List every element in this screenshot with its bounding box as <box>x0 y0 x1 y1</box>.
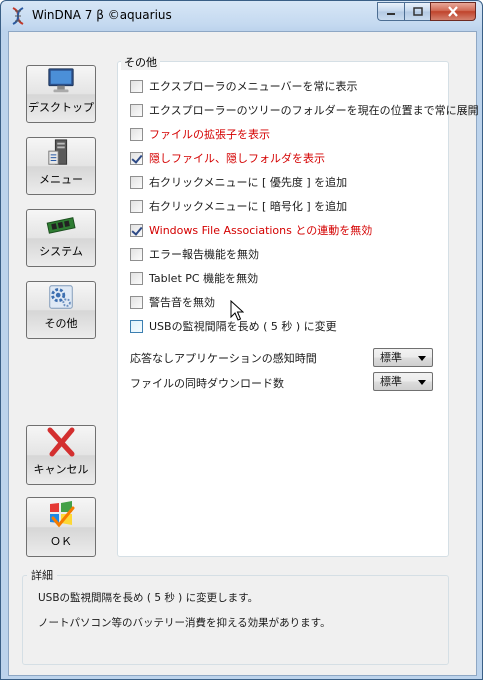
option-label: エクスプローラーのツリーのフォルダーを現在の位置まで常に展開 <box>149 104 479 117</box>
option-explorer-tree-expand[interactable]: エクスプローラーのツリーのフォルダーを現在の位置まで常に展開 <box>130 102 479 118</box>
nav-menu-label: メニュー <box>39 173 83 186</box>
option-label: 右クリックメニューに [ 暗号化 ] を追加 <box>149 200 348 213</box>
menu-tower-icon <box>48 139 68 165</box>
option-label: 警告音を無効 <box>149 296 215 309</box>
nav-menu-button[interactable]: メニュー <box>26 137 96 195</box>
window-title: WinDNA 7 β ©aquarius <box>32 8 172 22</box>
windows-check-icon <box>50 501 75 528</box>
app-window: WinDNA 7 β ©aquarius デスクトップ メニュー システム その… <box>0 0 483 680</box>
hung-app-timeout-label: 応答なしアプリケーションの感知時間 <box>130 352 317 365</box>
option-error-report[interactable]: エラー報告機能を無効 <box>130 246 259 262</box>
red-x-icon <box>47 427 75 457</box>
option-context-encrypt[interactable]: 右クリックメニューに [ 暗号化 ] を追加 <box>130 198 347 214</box>
option-label: Windows File Associations との連動を無効 <box>149 224 373 237</box>
option-show-hidden[interactable]: 隠しファイル、隠しフォルダを表示 <box>130 150 325 166</box>
checkbox[interactable] <box>130 103 143 117</box>
checkbox[interactable] <box>130 151 143 165</box>
checkbox[interactable] <box>130 175 143 189</box>
minimize-icon <box>387 12 395 15</box>
dna-helix-icon <box>12 7 24 25</box>
nav-other-label: その他 <box>44 317 78 330</box>
nav-system-label: システム <box>39 245 83 258</box>
chevron-down-icon <box>418 356 426 361</box>
option-file-associations[interactable]: Windows File Associations との連動を無効 <box>130 222 372 238</box>
title-bar[interactable]: WinDNA 7 β ©aquarius <box>1 1 482 31</box>
option-tablet-pc[interactable]: Tablet PC 機能を無効 <box>130 270 258 286</box>
detail-group-title: 詳細 <box>27 567 57 583</box>
option-explorer-menubar[interactable]: エクスプローラのメニューバーを常に表示 <box>130 78 358 94</box>
caption-buttons <box>377 2 476 22</box>
option-label: Tablet PC 機能を無効 <box>149 272 259 285</box>
checkbox[interactable] <box>130 127 143 141</box>
gear-settings-icon <box>49 285 73 309</box>
ok-label: ＯＫ <box>50 535 72 548</box>
chevron-down-icon <box>418 380 426 385</box>
memory-chip-icon <box>46 217 76 234</box>
select-value: 標準 <box>380 375 402 388</box>
option-warning-sound[interactable]: 警告音を無効 <box>130 294 215 310</box>
nav-desktop-label: デスクトップ <box>28 101 94 114</box>
nav-system-button[interactable]: システム <box>26 209 96 267</box>
hung-app-timeout-select[interactable]: 標準 <box>373 348 433 367</box>
nav-other-button[interactable]: その他 <box>26 281 96 339</box>
option-label: 右クリックメニューに [ 優先度 ] を追加 <box>149 176 348 189</box>
checkbox[interactable] <box>130 295 143 309</box>
checkbox[interactable] <box>130 79 143 93</box>
ok-button[interactable]: ＯＫ <box>26 497 96 557</box>
maximize-icon <box>412 7 423 16</box>
nav-desktop-button[interactable]: デスクトップ <box>26 65 96 123</box>
checkbox[interactable] <box>130 199 143 213</box>
minimize-button[interactable] <box>377 2 404 21</box>
options-group-title: その他 <box>121 54 160 70</box>
option-label: 隠しファイル、隠しフォルダを表示 <box>149 152 325 165</box>
checkbox[interactable] <box>130 223 143 237</box>
checkbox[interactable] <box>130 319 143 333</box>
option-label: エクスプローラのメニューバーを常に表示 <box>149 80 358 93</box>
select-value: 標準 <box>380 351 402 364</box>
concurrent-downloads-label: ファイルの同時ダウンロード数 <box>130 377 284 390</box>
checkbox[interactable] <box>130 247 143 261</box>
detail-text-line: USBの監視間隔を長め ( 5 秒 ) に変更します。 <box>38 592 259 604</box>
client-area: デスクトップ メニュー システム その他 キャンセル ＯＫ その他 エクスプロー… <box>8 31 479 676</box>
checkbox[interactable] <box>130 271 143 285</box>
cancel-button[interactable]: キャンセル <box>26 425 96 485</box>
close-icon <box>448 6 458 17</box>
desktop-monitor-icon <box>48 68 74 93</box>
detail-text-line: ノートパソコン等のバッテリー消費を抑える効果があります。 <box>38 617 331 629</box>
maximize-button[interactable] <box>404 2 430 21</box>
cancel-label: キャンセル <box>33 463 89 476</box>
mouse-pointer-icon <box>230 300 244 321</box>
option-label: ファイルの拡張子を表示 <box>149 128 270 141</box>
option-context-priority[interactable]: 右クリックメニューに [ 優先度 ] を追加 <box>130 174 347 190</box>
concurrent-downloads-select[interactable]: 標準 <box>373 372 433 391</box>
option-label: エラー報告機能を無効 <box>149 248 259 261</box>
close-button[interactable] <box>430 2 476 21</box>
option-show-extensions[interactable]: ファイルの拡張子を表示 <box>130 126 270 142</box>
